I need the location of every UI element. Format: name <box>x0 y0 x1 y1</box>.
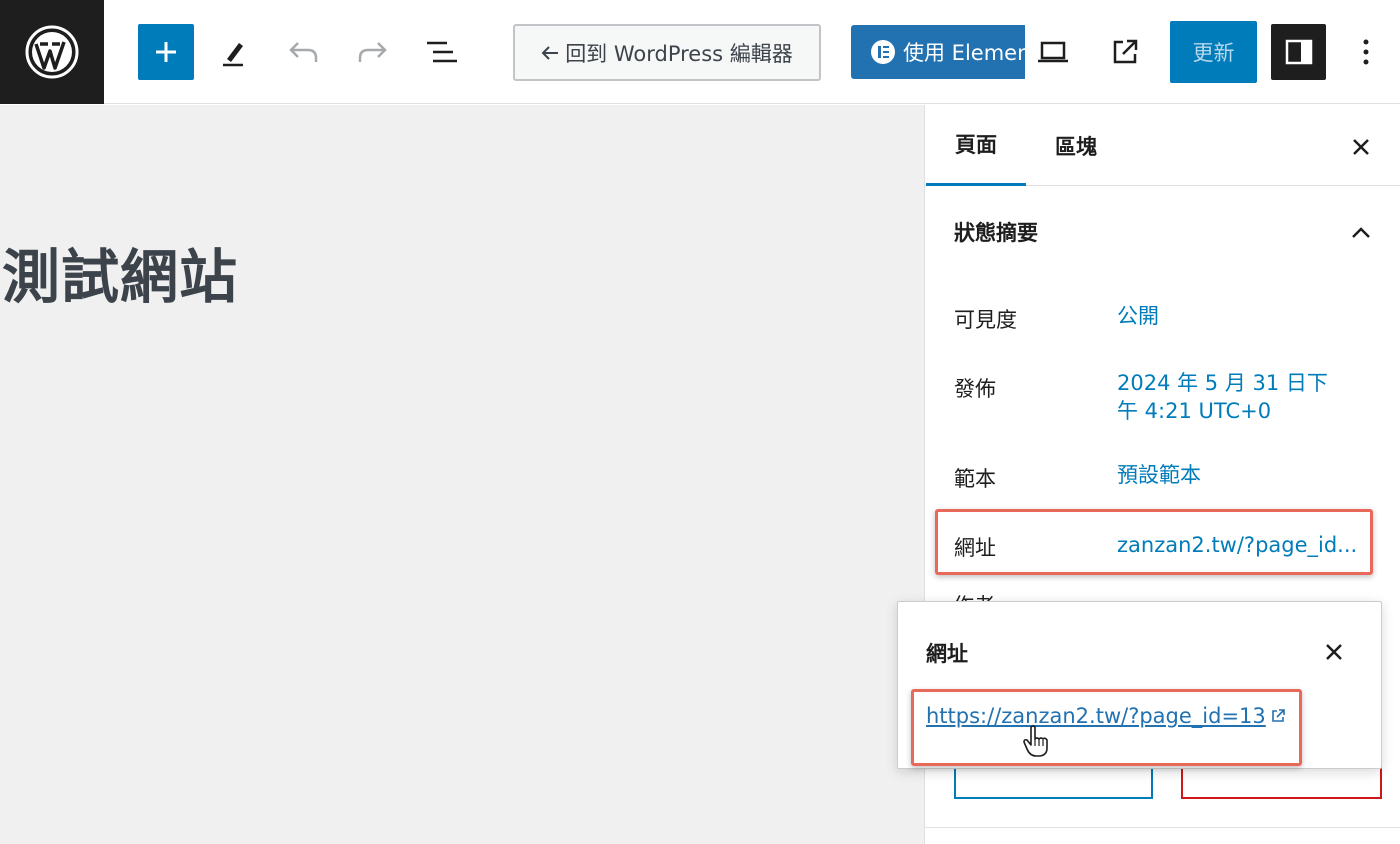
visibility-value[interactable]: 公開 <box>1117 302 1159 330</box>
external-link-icon <box>1113 39 1138 64</box>
redo-button[interactable] <box>346 24 398 80</box>
plus-icon <box>156 42 176 62</box>
url-popover-title: 網址 <box>926 642 968 666</box>
url-label: 網址 <box>954 536 996 560</box>
view-page-button[interactable] <box>1098 24 1152 80</box>
publish-date-line-2: 午 4:21 UTC+0 <box>1117 399 1272 423</box>
move-to-trash-button[interactable] <box>1181 765 1382 799</box>
close-icon <box>1353 139 1369 155</box>
tab-block[interactable]: 區塊 <box>1035 105 1117 186</box>
link-highlight <box>911 689 1302 766</box>
collapse-panel-button[interactable] <box>1341 213 1381 253</box>
update-button[interactable]: 更新 <box>1170 21 1257 83</box>
preview-button[interactable] <box>1026 24 1080 80</box>
close-sidebar-button[interactable] <box>1341 127 1381 167</box>
panel-divider <box>925 827 1400 828</box>
laptop-icon <box>1038 41 1068 63</box>
undo-icon <box>289 42 318 62</box>
more-vertical-icon <box>1363 39 1369 65</box>
editor-canvas: 測試網站 <box>0 105 924 844</box>
settings-toggle-button[interactable] <box>1271 24 1326 80</box>
close-popover-button[interactable] <box>1314 632 1354 672</box>
elementor-icon <box>871 40 895 64</box>
chevron-up-icon <box>1352 227 1370 238</box>
options-menu-button[interactable] <box>1344 24 1388 80</box>
undo-button[interactable] <box>278 24 330 80</box>
close-icon <box>1326 644 1342 660</box>
elementor-button-label: 使用 Elementor <box>903 41 1025 65</box>
template-value[interactable]: 預設範本 <box>1117 461 1201 489</box>
add-block-button[interactable] <box>138 24 194 80</box>
visibility-label: 可見度 <box>954 308 1017 332</box>
document-overview-button[interactable] <box>414 24 470 80</box>
update-button-label: 更新 <box>1192 41 1235 65</box>
list-view-icon <box>427 41 457 63</box>
tools-button[interactable] <box>208 24 260 80</box>
wordpress-logo-icon[interactable] <box>0 0 104 104</box>
tab-page[interactable]: 頁面 <box>926 105 1026 186</box>
back-button-label: 回到 WordPress 編輯器 <box>565 41 793 66</box>
publish-date-value[interactable]: 2024 年 5 月 31 日下 午 4:21 UTC+0 <box>1117 369 1328 425</box>
move-to-draft-button[interactable] <box>954 765 1153 799</box>
editor-header: 回到 WordPress 編輯器 使用 Elementor 更新 <box>0 0 1400 104</box>
arrow-left-icon <box>541 45 559 60</box>
publish-date-line-1: 2024 年 5 月 31 日下 <box>1117 371 1328 395</box>
template-label: 範本 <box>954 467 996 491</box>
url-value[interactable]: zanzan2.tw/?page_id... <box>1117 531 1357 559</box>
back-to-wordpress-editor-button[interactable]: 回到 WordPress 編輯器 <box>513 24 821 81</box>
edit-with-elementor-button[interactable]: 使用 Elementor <box>851 25 1025 79</box>
pencil-icon <box>223 43 243 67</box>
sidebar-tabs: 頁面 區塊 <box>925 105 1400 186</box>
page-title[interactable]: 測試網站 <box>2 230 238 314</box>
summary-panel-title[interactable]: 狀態摘要 <box>954 217 1038 247</box>
redo-icon <box>358 42 387 62</box>
hand-pointer-icon <box>1023 725 1048 757</box>
publish-label: 發佈 <box>954 377 996 401</box>
sidebar-icon <box>1285 39 1312 65</box>
